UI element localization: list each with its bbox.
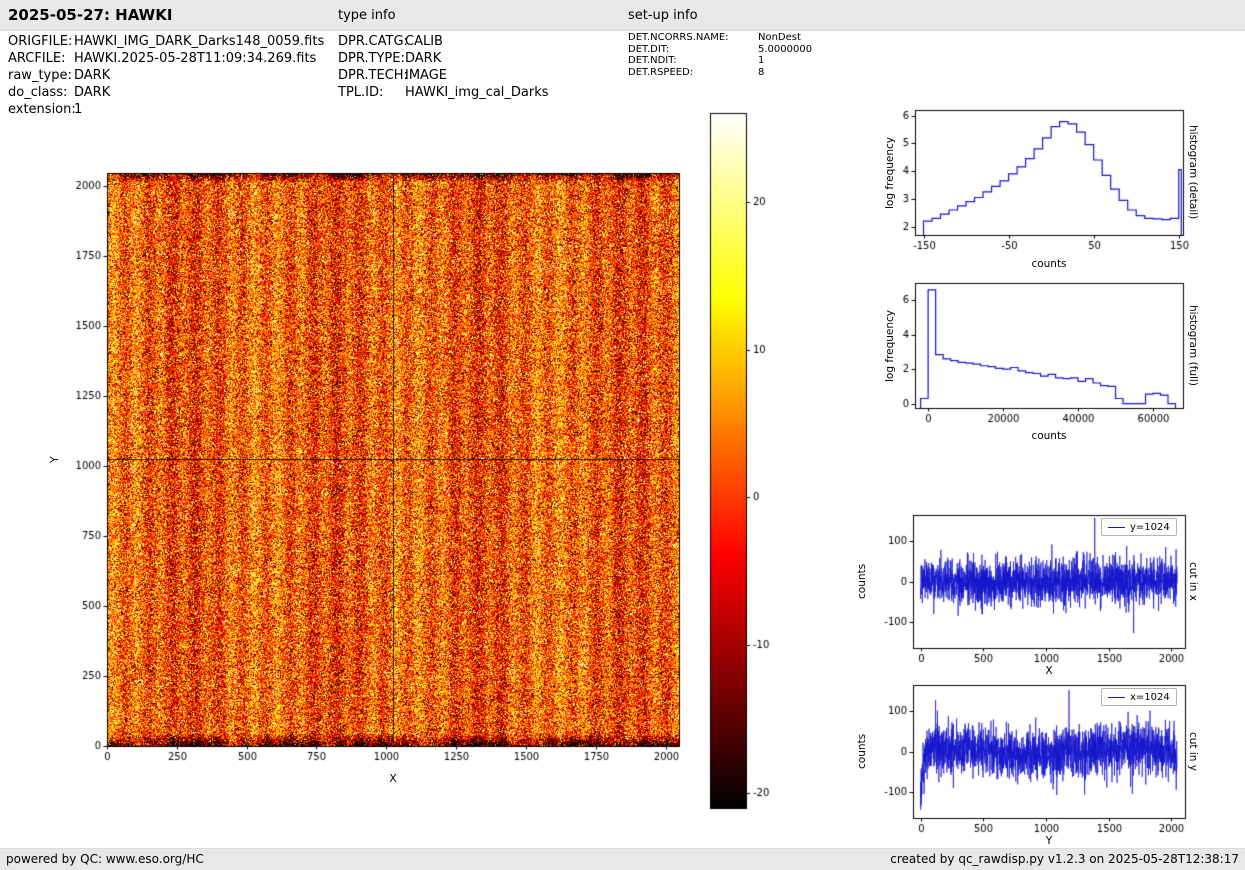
cut-x-legend-text: y=1024 [1130, 522, 1170, 533]
cut-y-yaxis-label: counts [856, 685, 868, 818]
info-label: DPR.CATG: [338, 33, 405, 50]
info-label: DET.NCORRS.NAME: [628, 32, 758, 44]
info-label: TPL.ID: [338, 84, 405, 101]
histogram-full-xaxis-label: counts [915, 430, 1183, 442]
setup-info-block: DET.NCORRS.NAME:NonDest DET.DIT:5.000000… [628, 32, 812, 78]
info-label: raw_type: [8, 67, 74, 84]
info-value: DARK [74, 85, 110, 100]
cut-x-legend: y=1024 [1101, 518, 1177, 536]
footer-left-text: powered by QC: www.eso.org/HC [6, 849, 204, 870]
footer-right-text: created by qc_rawdisp.py v1.2.3 on 2025-… [890, 849, 1239, 870]
info-label: ORIGFILE: [8, 33, 74, 50]
cut-y-legend-text: x=1024 [1130, 692, 1170, 703]
info-value: 5.0000000 [758, 44, 812, 55]
info-value: IMAGE [405, 68, 447, 83]
cut-x-side-label: cut in x [1187, 515, 1199, 648]
info-row-rawtype: raw_type:DARK [8, 67, 324, 84]
histogram-full-yaxis-label: log frequency [884, 283, 896, 408]
cut-y-legend: x=1024 [1101, 688, 1177, 706]
qc-report-page: 2025-05-27: HAWKI type info set-up info … [0, 0, 1245, 870]
info-label: do_class: [8, 84, 74, 101]
info-row-doclass: do_class:DARK [8, 84, 324, 101]
cut-y-side-label: cut in y [1187, 685, 1199, 818]
footer-bar: powered by QC: www.eso.org/HC created by… [0, 848, 1245, 870]
raw-frame-heatmap [40, 130, 700, 780]
info-label: DET.DIT: [628, 44, 758, 56]
setup-info-heading: set-up info [628, 8, 698, 23]
info-value: HAWKI.2025-05-28T11:09:34.269.fits [74, 51, 316, 66]
histogram-detail-yaxis-label: log frequency [884, 110, 896, 235]
info-value: 8 [758, 67, 764, 78]
main-yaxis-label: Y [48, 173, 61, 746]
info-label: DET.RSPEED: [628, 67, 758, 79]
info-value: CALIB [405, 34, 443, 49]
info-row-tplid: TPL.ID:HAWKI_img_cal_Darks [338, 84, 549, 101]
type-info-heading: type info [338, 8, 396, 23]
histogram-full-chart [870, 268, 1200, 433]
page-title: 2025-05-27: HAWKI [8, 6, 172, 24]
main-xaxis-label: X [107, 772, 679, 785]
info-row-extension: extension:1 [8, 101, 324, 118]
info-label: DPR.TYPE: [338, 50, 405, 67]
legend-line-sample [1108, 697, 1125, 698]
info-row-dprcatg: DPR.CATG:CALIB [338, 33, 549, 50]
header-bar: 2025-05-27: HAWKI type info set-up info [0, 0, 1245, 31]
info-value: 1 [74, 102, 82, 117]
info-label: DET.NDIT: [628, 55, 758, 67]
info-label: extension: [8, 101, 74, 118]
histogram-detail-side-label: histogram (detail) [1187, 110, 1199, 235]
info-row-dprtech: DPR.TECH:IMAGE [338, 67, 549, 84]
cut-x-yaxis-label: counts [856, 515, 868, 648]
info-row-dit: DET.DIT:5.0000000 [628, 44, 812, 56]
info-row-rspeed: DET.RSPEED:8 [628, 67, 812, 79]
info-row-ndit: DET.NDIT:1 [628, 55, 812, 67]
cut-y-xaxis-label: Y [913, 835, 1185, 847]
info-value: HAWKI_IMG_DARK_Darks148_0059.fits [74, 34, 324, 49]
file-info-block: ORIGFILE:HAWKI_IMG_DARK_Darks148_0059.fi… [8, 33, 324, 118]
info-label: ARCFILE: [8, 50, 74, 67]
info-row-arcfile: ARCFILE:HAWKI.2025-05-28T11:09:34.269.fi… [8, 50, 324, 67]
histogram-full-side-label: histogram (full) [1187, 283, 1199, 408]
type-info-block: DPR.CATG:CALIB DPR.TYPE:DARK DPR.TECH:IM… [338, 33, 549, 101]
info-value: DARK [74, 68, 110, 83]
info-value: HAWKI_img_cal_Darks [405, 85, 549, 100]
legend-line-sample [1108, 527, 1125, 528]
colorbar [700, 105, 795, 820]
info-value: NonDest [758, 32, 801, 43]
info-value: 1 [758, 55, 764, 66]
info-value: DARK [405, 51, 441, 66]
info-row-origfile: ORIGFILE:HAWKI_IMG_DARK_Darks148_0059.fi… [8, 33, 324, 50]
info-label: DPR.TECH: [338, 67, 405, 84]
histogram-detail-chart [870, 95, 1200, 260]
info-row-dprtype: DPR.TYPE:DARK [338, 50, 549, 67]
info-row-ncorrs: DET.NCORRS.NAME:NonDest [628, 32, 812, 44]
